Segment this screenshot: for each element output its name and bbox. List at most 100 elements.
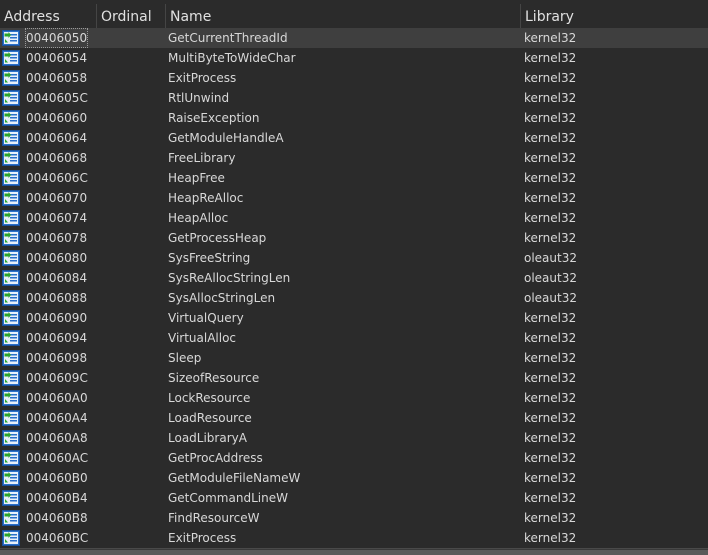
library-cell: oleaut32	[524, 291, 577, 305]
library-cell: kernel32	[524, 511, 577, 525]
address-value: 00406090	[26, 311, 88, 325]
column-header-name[interactable]: Name	[166, 0, 520, 28]
import-function-icon	[1, 388, 21, 408]
address-cell: 00406058	[25, 68, 99, 88]
column-header-library[interactable]: Library	[521, 0, 708, 28]
library-cell: kernel32	[524, 331, 577, 345]
library-cell: kernel32	[524, 451, 577, 465]
table-row[interactable]: 00406074 HeapAlloc kernel32	[0, 208, 708, 228]
table-row[interactable]: 004060A8 LoadLibraryA kernel32	[0, 428, 708, 448]
table-row[interactable]: 004060A4 LoadResource kernel32	[0, 408, 708, 428]
import-function-icon	[1, 368, 21, 388]
function-name-cell: SizeofResource	[168, 371, 260, 385]
address-cell: 004060BC	[25, 528, 99, 548]
import-function-icon	[1, 348, 21, 368]
import-function-icon	[1, 108, 21, 128]
table-row[interactable]: 00406098 Sleep kernel32	[0, 348, 708, 368]
table-body: 00406050 GetCurrentThreadId kernel32 004060…	[0, 28, 708, 548]
table-row[interactable]: 004060B0 GetModuleFileNameW kernel32	[0, 468, 708, 488]
address-value: 0040609C	[26, 371, 88, 385]
address-value: 00406078	[26, 231, 88, 245]
library-cell: kernel32	[524, 31, 577, 45]
table-row[interactable]: 004060B4 GetCommandLineW kernel32	[0, 488, 708, 508]
table-row[interactable]: 00406080 SysFreeString oleaut32	[0, 248, 708, 268]
address-value: 00406058	[26, 71, 88, 85]
address-value: 00406074	[26, 211, 88, 225]
library-cell: kernel32	[524, 91, 577, 105]
table-row[interactable]: 00406084 SysReAllocStringLen oleaut32	[0, 268, 708, 288]
table-row[interactable]: 0040609C SizeofResource kernel32	[0, 368, 708, 388]
address-cell: 00406050	[25, 28, 99, 48]
scrollbar-thumb[interactable]	[0, 550, 708, 555]
address-cell: 00406070	[25, 188, 99, 208]
table-row[interactable]: 004060B8 FindResourceW kernel32	[0, 508, 708, 528]
library-cell: kernel32	[524, 431, 577, 445]
address-value: 004060A8	[26, 431, 88, 445]
import-function-icon	[1, 468, 21, 488]
import-function-icon	[1, 148, 21, 168]
function-name-cell: GetProcAddress	[168, 451, 263, 465]
import-function-icon	[1, 268, 21, 288]
table-row[interactable]: 00406064 GetModuleHandleA kernel32	[0, 128, 708, 148]
table-row[interactable]: 00406068 FreeLibrary kernel32	[0, 148, 708, 168]
table-row[interactable]: 0040606C HeapFree kernel32	[0, 168, 708, 188]
address-value: 004060A4	[26, 411, 88, 425]
library-cell: kernel32	[524, 191, 577, 205]
import-function-icon	[1, 88, 21, 108]
table-row[interactable]: 004060BC ExitProcess kernel32	[0, 528, 708, 548]
address-cell: 004060A0	[25, 388, 99, 408]
function-name-cell: LockResource	[168, 391, 251, 405]
library-cell: kernel32	[524, 311, 577, 325]
library-cell: kernel32	[524, 391, 577, 405]
horizontal-scrollbar[interactable]	[0, 548, 708, 555]
address-value: 00406088	[26, 291, 88, 305]
address-cell: 00406098	[25, 348, 99, 368]
function-name-cell: SysFreeString	[168, 251, 251, 265]
function-name-cell: FreeLibrary	[168, 151, 236, 165]
table-row[interactable]: 0040605C RtlUnwind kernel32	[0, 88, 708, 108]
address-cell: 004060A8	[25, 428, 99, 448]
address-cell: 00406068	[25, 148, 99, 168]
address-cell: 00406084	[25, 268, 99, 288]
library-cell: kernel32	[524, 111, 577, 125]
import-function-icon	[1, 488, 21, 508]
address-value: 004060AC	[26, 451, 89, 465]
address-value: 00406050	[25, 28, 89, 48]
table-row[interactable]: 004060A0 LockResource kernel32	[0, 388, 708, 408]
table-row[interactable]: 00406060 RaiseException kernel32	[0, 108, 708, 128]
function-name-cell: HeapFree	[168, 171, 225, 185]
function-name-cell: HeapReAlloc	[168, 191, 244, 205]
library-cell: kernel32	[524, 471, 577, 485]
function-name-cell: LoadResource	[168, 411, 252, 425]
address-value: 00406098	[26, 351, 88, 365]
function-name-cell: GetCommandLineW	[168, 491, 288, 505]
address-cell: 00406090	[25, 308, 99, 328]
address-cell: 0040605C	[25, 88, 99, 108]
address-value: 00406064	[26, 131, 88, 145]
table-header: Address Ordinal Name Library	[0, 0, 708, 29]
table-row[interactable]: 00406054 MultiByteToWideChar kernel32	[0, 48, 708, 68]
table-row[interactable]: 00406050 GetCurrentThreadId kernel32	[0, 28, 708, 48]
import-function-icon	[1, 188, 21, 208]
table-row[interactable]: 004060AC GetProcAddress kernel32	[0, 448, 708, 468]
address-cell: 00406078	[25, 228, 99, 248]
library-cell: kernel32	[524, 171, 577, 185]
table-row[interactable]: 00406058 ExitProcess kernel32	[0, 68, 708, 88]
library-cell: oleaut32	[524, 271, 577, 285]
table-row[interactable]: 00406094 VirtualAlloc kernel32	[0, 328, 708, 348]
table-row[interactable]: 00406090 VirtualQuery kernel32	[0, 308, 708, 328]
column-header-ordinal[interactable]: Ordinal	[97, 0, 165, 28]
table-row[interactable]: 00406088 SysAllocStringLen oleaut32	[0, 288, 708, 308]
import-function-icon	[1, 248, 21, 268]
library-cell: kernel32	[524, 491, 577, 505]
library-cell: kernel32	[524, 231, 577, 245]
import-function-icon	[1, 208, 21, 228]
function-name-cell: HeapAlloc	[168, 211, 229, 225]
import-function-icon	[1, 68, 21, 88]
table-row[interactable]: 00406070 HeapReAlloc kernel32	[0, 188, 708, 208]
column-header-address[interactable]: Address	[0, 0, 96, 28]
import-function-icon	[1, 408, 21, 428]
address-cell: 00406088	[25, 288, 99, 308]
address-value: 0040606C	[26, 171, 88, 185]
table-row[interactable]: 00406078 GetProcessHeap kernel32	[0, 228, 708, 248]
